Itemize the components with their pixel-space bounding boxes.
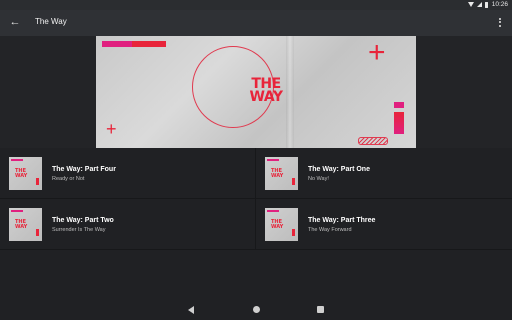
thumb-tile xyxy=(36,229,39,236)
status-icons: 10:26 xyxy=(467,1,508,8)
circle-home-icon[interactable] xyxy=(253,306,260,313)
episode-thumbnail: THE WAY xyxy=(9,157,42,190)
episode-thumbnail: THE WAY xyxy=(9,208,42,241)
episode-title: The Way: Part One xyxy=(308,166,370,173)
triangle-back-icon[interactable] xyxy=(188,306,194,314)
episode-title: The Way: Part Two xyxy=(52,217,114,224)
thumb-tile xyxy=(292,229,295,236)
signal-icon xyxy=(476,2,482,7)
thumb-bar xyxy=(11,210,23,212)
episode-thumbnail: THE WAY xyxy=(265,208,298,241)
plus-decoration-icon: + xyxy=(368,36,386,69)
thumb-tile xyxy=(292,178,295,185)
square-recents-icon[interactable] xyxy=(317,306,324,313)
thumb-title-line2: WAY xyxy=(271,224,284,230)
episode-item[interactable]: THE WAY The Way: Part One No Way! xyxy=(256,148,512,199)
thumb-title-line2: WAY xyxy=(15,173,28,179)
episode-item[interactable]: THE WAY The Way: Part Two Surrender Is T… xyxy=(0,199,256,250)
episode-thumbnail: THE WAY xyxy=(265,157,298,190)
thumb-bar xyxy=(267,159,279,161)
plus-decoration-icon: + xyxy=(106,119,117,139)
banner-pink-bar xyxy=(102,41,132,47)
thumb-title: THE WAY xyxy=(271,169,283,179)
episode-item[interactable]: THE WAY The Way: Part Four Ready or Not xyxy=(0,148,256,199)
back-arrow-icon[interactable]: ← xyxy=(8,15,22,29)
banner-title-line2: WAY xyxy=(249,89,283,105)
thumb-bar xyxy=(267,210,279,212)
overflow-menu-icon[interactable] xyxy=(496,15,504,29)
status-clock: 10:26 xyxy=(491,1,508,8)
thumb-bar xyxy=(11,159,23,161)
episode-subtitle: No Way! xyxy=(308,176,329,182)
thumb-title-line2: WAY xyxy=(15,224,28,230)
episode-subtitle: The Way Forward xyxy=(308,227,352,233)
status-bar: 10:26 xyxy=(0,0,512,10)
banner-stripes xyxy=(358,137,388,145)
wifi-icon xyxy=(467,2,474,7)
series-banner-image: THE WAY + + xyxy=(96,36,416,148)
banner-tile-dot xyxy=(394,102,404,108)
thumb-title-line2: WAY xyxy=(271,173,284,179)
page-title: The Way xyxy=(35,17,67,26)
battery-icon xyxy=(484,1,488,8)
episode-item[interactable]: THE WAY The Way: Part Three The Way Forw… xyxy=(256,199,512,250)
thumb-title: THE WAY xyxy=(15,169,27,179)
system-nav-bar xyxy=(0,300,512,320)
thumb-title: THE WAY xyxy=(15,220,27,230)
episode-title: The Way: Part Three xyxy=(308,217,376,224)
banner-title: THE WAY xyxy=(226,77,306,105)
banner-tile xyxy=(394,112,404,134)
banner-area: THE WAY + + xyxy=(0,36,512,148)
episode-subtitle: Surrender Is The Way xyxy=(52,227,106,233)
thumb-title: THE WAY xyxy=(271,220,283,230)
app-bar: ← The Way xyxy=(0,10,512,36)
banner-red-bar xyxy=(132,41,166,47)
thumb-tile xyxy=(36,178,39,185)
episode-title: The Way: Part Four xyxy=(52,166,116,173)
episode-subtitle: Ready or Not xyxy=(52,176,85,182)
